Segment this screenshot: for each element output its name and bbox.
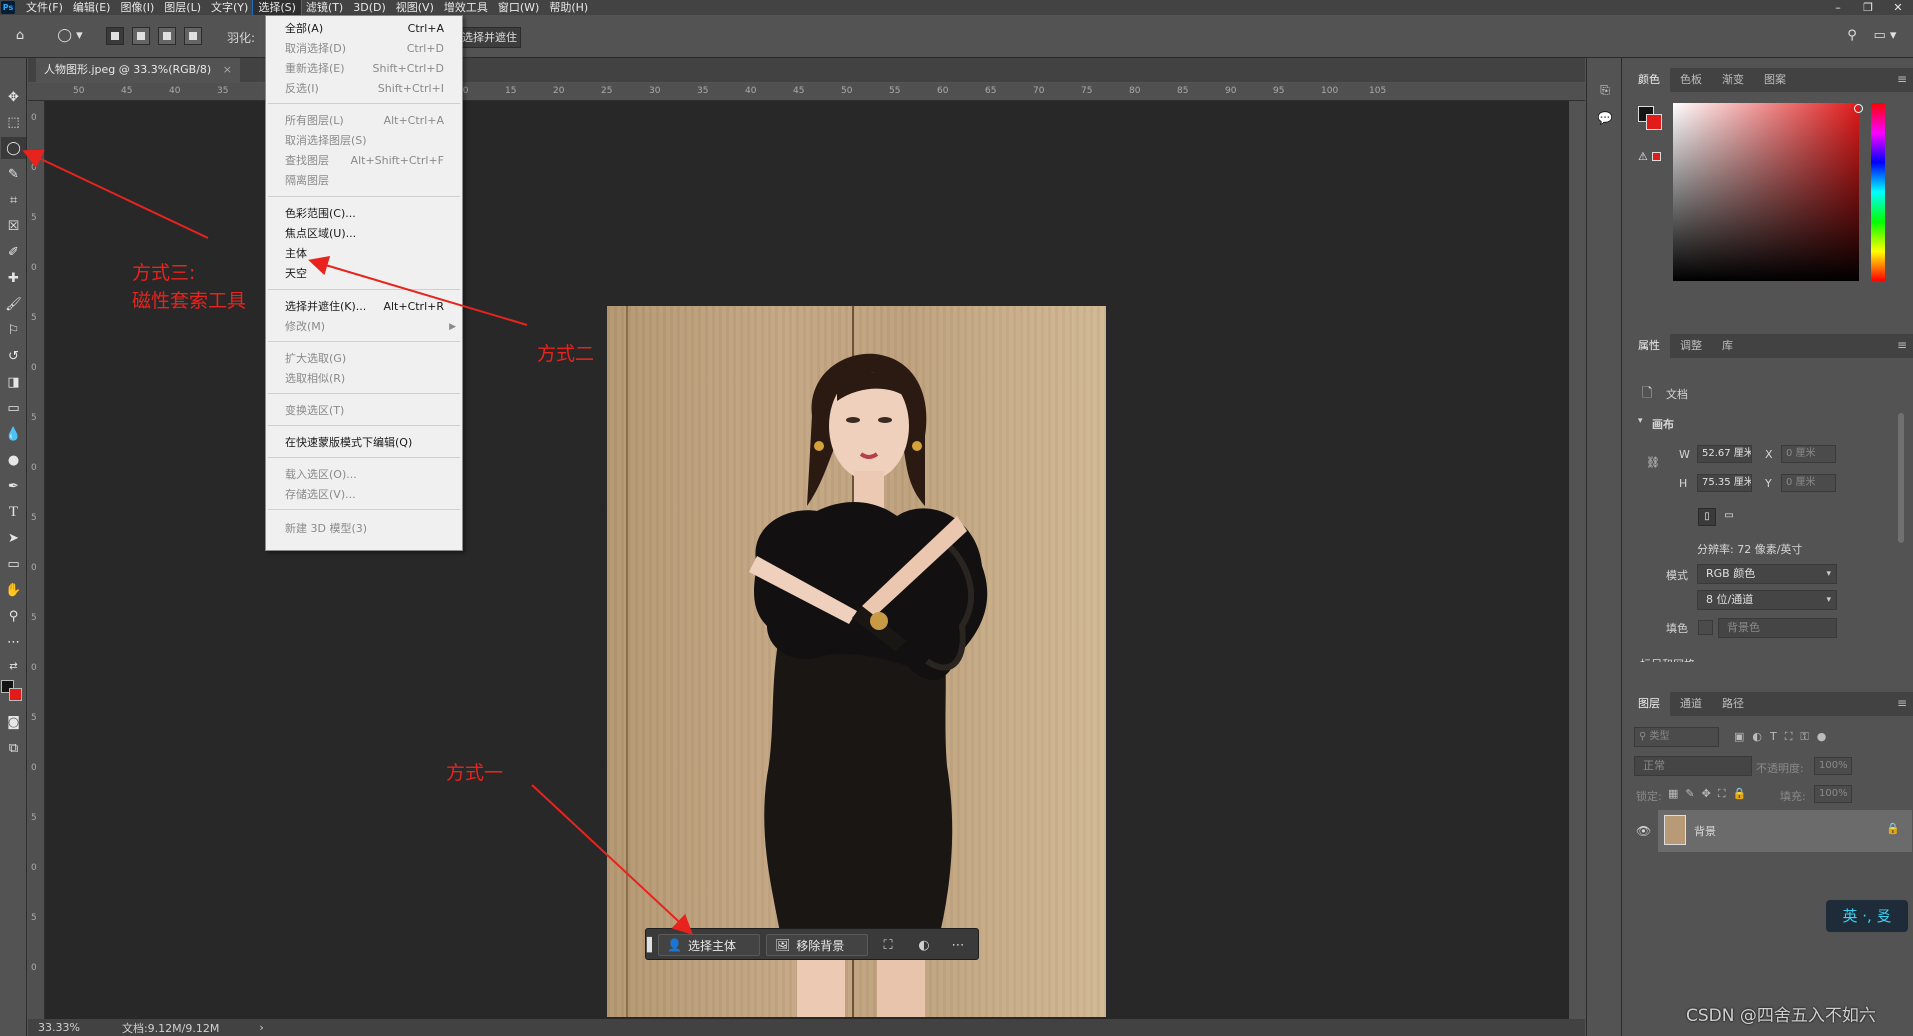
annotation-method2: 方式二 [537,343,595,365]
watermark: CSDN @四舍五入不如六 [1686,1006,1876,1026]
arrow-method1 [531,784,693,935]
annotation-method1: 方式一 [446,762,504,784]
annotation-method3-line1: 方式三: [132,262,196,284]
ime-indicator[interactable]: 英 ·, 㕛 [1826,900,1908,932]
arrow-method2 [308,255,528,326]
annotation-method3-line2: 磁性套索工具 [132,290,247,312]
arrow-method3 [22,149,209,239]
annotation-arrows [22,149,693,935]
